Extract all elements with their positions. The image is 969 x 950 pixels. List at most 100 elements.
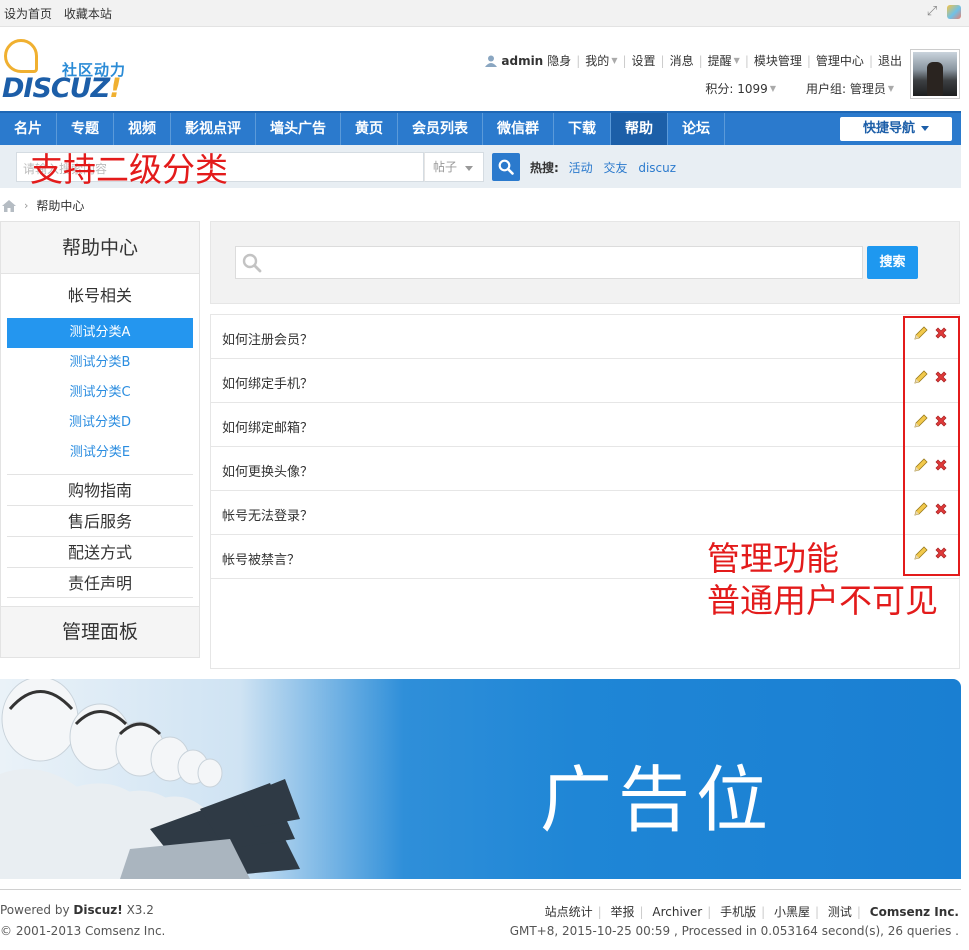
annotation-admin: 管理功能 普通用户不可见 <box>707 538 938 622</box>
points-menu[interactable]: 积分: 1099 <box>705 80 767 97</box>
question-link[interactable]: 帐号无法登录？ <box>222 505 313 524</box>
footer-link[interactable]: 举报 <box>610 905 634 919</box>
quick-nav-caret-icon <box>921 126 929 131</box>
nav-item-video[interactable]: 视频 <box>114 113 171 145</box>
nav-item-zhuanti[interactable]: 专题 <box>57 113 114 145</box>
list-item: 如何更换头像？ <box>211 447 959 491</box>
admin-actions-highlight <box>903 316 960 576</box>
nav-item-wechat-groups[interactable]: 微信群 <box>483 113 554 145</box>
list-item: 帐号无法登录？ <box>211 491 959 535</box>
module-admin-link[interactable]: 模块管理 <box>754 52 802 69</box>
powered-brand-link[interactable]: Discuz! <box>73 903 122 917</box>
list-item: 如何注册会员？ <box>211 315 959 359</box>
nav-item-forum[interactable]: 论坛 <box>668 113 725 145</box>
sidebar-title: 帮助中心 <box>1 222 199 274</box>
annotation-admin-line2: 普通用户不可见 <box>707 581 938 620</box>
footer-link[interactable]: 测试 <box>828 905 852 919</box>
nav-item-reviews[interactable]: 影视点评 <box>171 113 256 145</box>
nav-item-yellow-pages[interactable]: 黄页 <box>341 113 398 145</box>
breadcrumb-separator: › <box>24 199 29 212</box>
messages-link[interactable]: 消息 <box>670 52 694 69</box>
color-theme-icon[interactable] <box>947 5 961 19</box>
nav-item-wall-ads[interactable]: 墙头广告 <box>256 113 341 145</box>
footer-link[interactable]: Archiver <box>652 905 702 919</box>
search-type-value: 帖子 <box>433 160 458 174</box>
help-search-button[interactable]: 搜索 <box>867 246 918 279</box>
footer-link[interactable]: 小黑屋 <box>774 905 810 919</box>
admin-center-link[interactable]: 管理中心 <box>816 52 864 69</box>
top-icons: ⤢ <box>925 5 961 19</box>
sidebar-sub-item[interactable]: 测试分类E <box>7 438 193 468</box>
list-item: 如何绑定邮箱？ <box>211 403 959 447</box>
sidebar-category-aftersales[interactable]: 售后服务 <box>7 505 193 536</box>
logo-brand-text: DISCUZ <box>2 73 110 104</box>
settings-link[interactable]: 设置 <box>632 52 656 69</box>
quick-nav-label: 快捷导航 <box>862 121 915 136</box>
user-icon <box>485 55 498 67</box>
question-link[interactable]: 如何更换头像？ <box>222 461 313 480</box>
help-search-input[interactable] <box>235 246 863 279</box>
sidebar-admin-panel[interactable]: 管理面板 <box>1 606 199 657</box>
footer-powered: Powered by Discuz! X3.2 <box>0 903 154 917</box>
powered-version: X3.2 <box>126 903 154 917</box>
question-link[interactable]: 如何绑定邮箱？ <box>222 417 313 436</box>
help-search-panel: 搜索 <box>210 221 960 304</box>
footer-link[interactable]: 手机版 <box>720 905 756 919</box>
search-icon <box>242 253 262 273</box>
username-link[interactable]: admin <box>501 54 543 68</box>
fullscreen-icon[interactable]: ⤢ <box>925 5 939 19</box>
reminders-menu[interactable]: 提醒 <box>708 52 732 69</box>
breadcrumb-current[interactable]: 帮助中心 <box>36 197 84 214</box>
nav-item-download[interactable]: 下载 <box>554 113 611 145</box>
logo-brand: DISCUZ! <box>2 73 122 104</box>
top-links: 设为首页 收藏本站 <box>4 5 120 22</box>
hot-term[interactable]: 交友 <box>603 161 627 175</box>
site-logo[interactable]: 社区动力 DISCUZ! <box>2 37 137 105</box>
question-link[interactable]: 如何注册会员？ <box>222 329 313 348</box>
ad-banner[interactable]: 广告位 <box>0 679 961 879</box>
sidebar-sub-item[interactable]: 测试分类D <box>7 408 193 438</box>
logout-link[interactable]: 退出 <box>878 52 902 69</box>
footer-divider <box>0 889 961 890</box>
top-bar: 设为首页 收藏本站 ⤢ <box>0 0 969 27</box>
hot-term[interactable]: discuz <box>638 161 676 175</box>
sidebar-sub-item[interactable]: 测试分类C <box>7 378 193 408</box>
invisible-status[interactable]: 隐身 <box>547 52 571 69</box>
main-nav: 名片 专题 视频 影视点评 墙头广告 黄页 会员列表 微信群 下载 帮助 论坛 … <box>0 111 961 145</box>
nav-item-help[interactable]: 帮助 <box>611 113 668 145</box>
points-caret-icon: ▼ <box>769 84 776 93</box>
my-caret-icon: ▼ <box>611 56 618 65</box>
user-stats: 积分: 1099 ▼ 用户组: 管理员 ▼ <box>705 80 894 97</box>
quick-nav-button[interactable]: 快捷导航 <box>840 117 952 141</box>
footer-stats: GMT+8, 2015-10-25 00:59 , Processed in 0… <box>509 924 959 938</box>
nav-item-mingpian[interactable]: 名片 <box>0 113 57 145</box>
usergroup-menu[interactable]: 用户组: 管理员 <box>806 80 886 97</box>
search-icon <box>498 159 514 175</box>
hot-search-label: 热搜: <box>530 161 559 175</box>
bookmark-link[interactable]: 收藏本站 <box>64 7 112 21</box>
footer-company-link[interactable]: Comsenz Inc. <box>870 905 959 919</box>
nav-item-members[interactable]: 会员列表 <box>398 113 483 145</box>
footer-link[interactable]: 站点统计 <box>545 905 593 919</box>
sidebar-sub-item[interactable]: 测试分类A <box>7 318 193 348</box>
my-menu[interactable]: 我的 <box>585 52 609 69</box>
list-item: 如何绑定手机？ <box>211 359 959 403</box>
question-link[interactable]: 如何绑定手机？ <box>222 373 313 392</box>
sidebar-sub-item[interactable]: 测试分类B <box>7 348 193 378</box>
reminders-caret-icon: ▼ <box>733 56 740 65</box>
help-sidebar: 帮助中心 帐号相关 测试分类A 测试分类B 测试分类C 测试分类D 测试分类E … <box>0 221 200 658</box>
sidebar-category-disclaimer[interactable]: 责任声明 <box>7 567 193 598</box>
hot-term[interactable]: 活动 <box>569 161 593 175</box>
sidebar-category-shopping[interactable]: 购物指南 <box>7 474 193 505</box>
logo-bang: ! <box>109 73 121 104</box>
question-link[interactable]: 帐号被禁言？ <box>222 549 300 568</box>
search-button[interactable] <box>492 153 520 181</box>
search-type-select[interactable]: 帖子 <box>424 152 484 182</box>
annotation-admin-line1: 管理功能 <box>707 539 839 578</box>
set-homepage-link[interactable]: 设为首页 <box>4 7 52 21</box>
home-icon[interactable] <box>2 199 16 212</box>
avatar[interactable] <box>910 49 960 99</box>
sidebar-category-account[interactable]: 帐号相关 <box>1 274 199 318</box>
footer-links: 站点统计 | 举报 | Archiver | 手机版 | 小黑屋 | 测试 | Comsen… <box>544 905 959 919</box>
sidebar-category-delivery[interactable]: 配送方式 <box>7 536 193 567</box>
